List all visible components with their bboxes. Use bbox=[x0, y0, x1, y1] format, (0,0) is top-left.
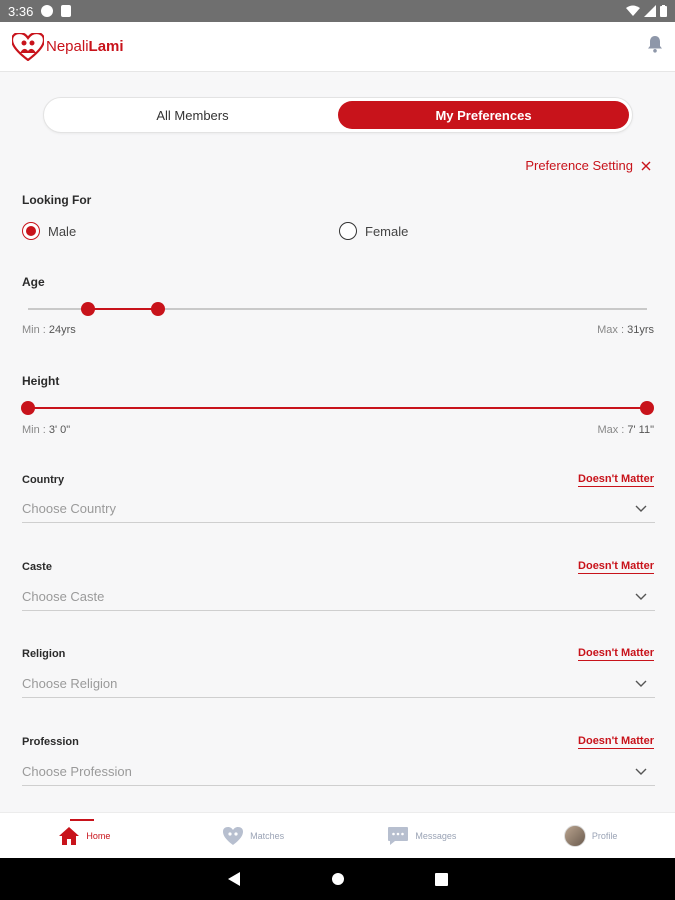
age-range-slider[interactable] bbox=[28, 301, 647, 317]
bottom-nav: Home Matches Messages Profile bbox=[0, 812, 675, 858]
brand-name: NepaliLami bbox=[46, 38, 124, 55]
sd-card-icon bbox=[61, 5, 72, 17]
age-min-value: 24yrs bbox=[48, 324, 76, 336]
country-select[interactable]: Choose Country bbox=[22, 495, 655, 523]
age-max-readout: Max : 31yrs bbox=[597, 324, 654, 336]
age-max-value: 31yrs bbox=[627, 324, 654, 336]
preference-setting-label: Preference Setting bbox=[525, 158, 633, 173]
age-min-thumb[interactable] bbox=[81, 302, 96, 316]
religion-select-placeholder: Choose Religion bbox=[22, 676, 118, 691]
recents-icon[interactable] bbox=[435, 872, 448, 886]
system-nav-bar bbox=[0, 858, 675, 900]
country-select-placeholder: Choose Country bbox=[22, 501, 116, 516]
radio-female[interactable]: Female bbox=[339, 222, 408, 240]
country-label: Country bbox=[22, 474, 65, 486]
height-max-thumb[interactable] bbox=[640, 401, 654, 415]
home-circle-icon[interactable] bbox=[331, 872, 345, 886]
wifi-icon bbox=[626, 5, 640, 16]
chevron-down-icon bbox=[635, 505, 647, 512]
caste-label: Caste bbox=[22, 561, 52, 573]
height-slider-fill bbox=[28, 407, 647, 409]
height-max-value: 7' 11" bbox=[627, 424, 654, 436]
close-icon[interactable] bbox=[641, 161, 651, 171]
profession-select[interactable]: Choose Profession bbox=[22, 758, 655, 786]
chevron-down-icon bbox=[635, 768, 647, 775]
nav-home[interactable]: Home bbox=[0, 813, 169, 858]
radio-male[interactable]: Male bbox=[22, 222, 76, 240]
home-icon bbox=[59, 826, 80, 845]
app-header: NepaliLami bbox=[0, 22, 675, 72]
bell-button[interactable] bbox=[647, 35, 663, 58]
radio-male-label: Male bbox=[48, 223, 77, 239]
bell-icon bbox=[648, 36, 662, 53]
religion-label: Religion bbox=[22, 648, 66, 660]
age-min-readout: Min : 24yrs bbox=[22, 324, 76, 336]
height-label: Height bbox=[22, 374, 60, 388]
caste-doesnt-matter-link[interactable]: Doesn't Matter bbox=[578, 560, 654, 574]
back-icon[interactable] bbox=[227, 871, 241, 887]
age-label: Age bbox=[22, 275, 45, 289]
battery-icon bbox=[660, 5, 667, 17]
caste-select-placeholder: Choose Caste bbox=[22, 589, 105, 604]
height-max-readout: Max : 7' 11" bbox=[597, 424, 654, 436]
nav-profile-label: Profile bbox=[591, 830, 618, 841]
radio-female-indicator[interactable] bbox=[339, 222, 357, 240]
profession-label: Profession bbox=[22, 736, 79, 748]
nav-home-label: Home bbox=[86, 830, 111, 841]
tab-all-members[interactable]: All Members bbox=[47, 101, 338, 129]
religion-doesnt-matter-link[interactable]: Doesn't Matter bbox=[578, 647, 654, 661]
age-max-thumb[interactable] bbox=[150, 302, 165, 316]
logo: NepaliLami bbox=[12, 32, 124, 61]
avatar bbox=[563, 824, 586, 847]
matches-icon bbox=[223, 826, 244, 845]
heart-logo-icon bbox=[12, 32, 44, 61]
nav-messages-label: Messages bbox=[415, 830, 457, 841]
gender-radio-group: Male Female bbox=[22, 222, 653, 244]
looking-for-label: Looking For bbox=[22, 193, 92, 207]
age-slider-fill bbox=[88, 308, 158, 310]
religion-select[interactable]: Choose Religion bbox=[22, 670, 655, 698]
preference-setting-link[interactable]: Preference Setting bbox=[525, 158, 651, 173]
nav-messages[interactable]: Messages bbox=[338, 813, 507, 858]
height-min-thumb[interactable] bbox=[21, 401, 35, 415]
caste-select[interactable]: Choose Caste bbox=[22, 583, 655, 611]
profession-doesnt-matter-link[interactable]: Doesn't Matter bbox=[578, 735, 654, 749]
height-range-slider[interactable] bbox=[21, 400, 654, 416]
radio-female-label: Female bbox=[365, 223, 409, 239]
chevron-down-icon bbox=[635, 593, 647, 600]
nav-matches-label: Matches bbox=[250, 830, 285, 841]
profession-select-placeholder: Choose Profession bbox=[22, 764, 132, 779]
country-doesnt-matter-link[interactable]: Doesn't Matter bbox=[578, 473, 654, 487]
tab-my-preferences[interactable]: My Preferences bbox=[338, 101, 629, 129]
status-bar: 3:36 bbox=[0, 0, 675, 22]
nav-profile[interactable]: Profile bbox=[506, 813, 675, 858]
messages-icon bbox=[388, 826, 409, 845]
signal-icon bbox=[644, 5, 656, 17]
nav-matches[interactable]: Matches bbox=[169, 813, 338, 858]
notification-icon bbox=[41, 5, 54, 17]
member-filter-tabs: All Members My Preferences bbox=[43, 97, 633, 133]
status-time: 3:36 bbox=[8, 3, 34, 19]
radio-male-indicator[interactable] bbox=[22, 222, 40, 240]
height-min-readout: Min : 3' 0" bbox=[22, 424, 71, 436]
chevron-down-icon bbox=[635, 680, 647, 687]
height-min-value: 3' 0" bbox=[48, 424, 71, 436]
